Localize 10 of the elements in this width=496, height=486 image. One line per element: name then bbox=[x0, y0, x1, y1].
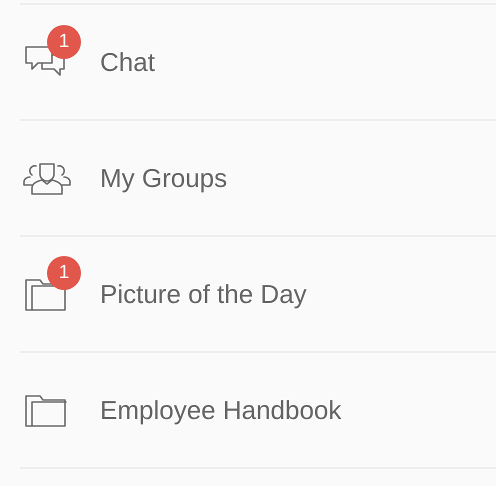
menu-item[interactable]: My Groups bbox=[20, 121, 496, 237]
menu-label: Picture of the Day bbox=[100, 278, 307, 310]
menu-label: Chat bbox=[100, 46, 155, 78]
notification-badge: 1 bbox=[47, 25, 81, 59]
notification-badge: 1 bbox=[47, 256, 81, 290]
menu-label: Employee Handbook bbox=[100, 394, 342, 426]
menu-item[interactable]: 1 Picture of the Day bbox=[20, 237, 496, 353]
menu-label: My Groups bbox=[100, 162, 228, 194]
menu-item[interactable]: 1 Chat bbox=[20, 5, 496, 121]
menu-item[interactable]: Employee Handbook bbox=[20, 353, 496, 469]
